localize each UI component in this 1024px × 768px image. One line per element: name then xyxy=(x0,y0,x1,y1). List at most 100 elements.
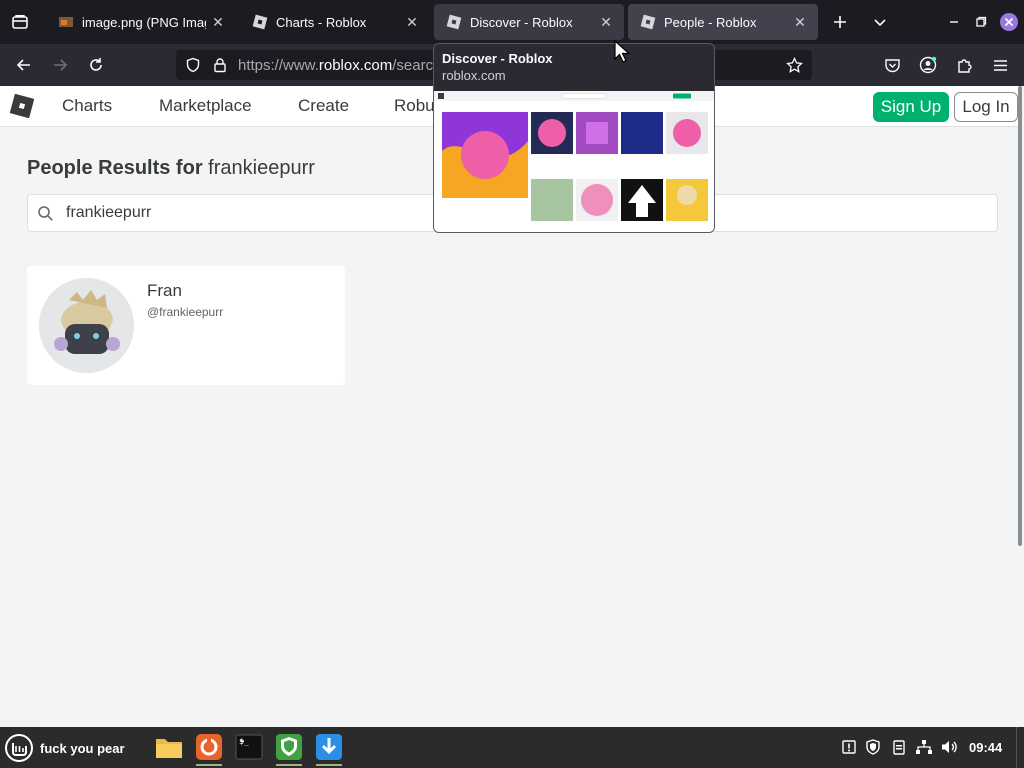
new-tab-button[interactable] xyxy=(826,8,854,36)
notification-icon xyxy=(842,740,856,754)
start-menu-button[interactable]: fuck you pear xyxy=(4,731,125,765)
search-value: frankieepurr xyxy=(66,204,152,221)
user-username: @frankieepurr xyxy=(147,305,224,319)
tab-hover-preview: Discover - Roblox roblox.com xyxy=(433,43,715,233)
network-icon xyxy=(916,740,932,754)
url-prefix: https://www. xyxy=(238,57,319,74)
bookmark-star-icon[interactable] xyxy=(786,57,803,74)
reload-icon xyxy=(90,58,102,71)
avatar-headshot-icon xyxy=(39,278,134,373)
close-tab-icon[interactable]: ✕ xyxy=(206,10,230,34)
page-scrollbar[interactable] xyxy=(1018,86,1022,546)
url-domain: roblox.com xyxy=(318,57,393,74)
user-result-card[interactable]: Fran @frankieepurr xyxy=(27,266,345,385)
clock[interactable]: 09:44 xyxy=(969,740,1002,755)
tray-security-shield[interactable] xyxy=(864,738,882,756)
roblox-favicon-icon xyxy=(252,14,268,30)
search-icon xyxy=(38,206,53,221)
close-tab-icon[interactable]: ✕ xyxy=(788,10,812,34)
tab-title: Discover - Roblox xyxy=(470,14,573,30)
clipboard-icon xyxy=(893,740,905,755)
minimize-window-button[interactable] xyxy=(940,8,968,36)
preview-url: roblox.com xyxy=(442,68,506,83)
taskbar-files[interactable] xyxy=(152,730,186,764)
mouse-cursor-icon xyxy=(614,40,631,63)
nav-robux[interactable]: Robu xyxy=(394,96,435,116)
avatar[interactable] xyxy=(39,278,134,373)
start-menu-label: fuck you pear xyxy=(40,740,125,756)
browser-tab-strip: image.png (PNG Image ✕ Charts - Roblox ✕… xyxy=(0,0,1024,44)
os-taskbar: fuck you pear $_ 09:44 xyxy=(0,727,1024,768)
account-icon xyxy=(919,56,937,74)
log-in-button[interactable]: Log In xyxy=(954,92,1018,122)
url-text[interactable]: https://www.roblox.com/searc xyxy=(238,57,433,74)
svg-text:$_: $_ xyxy=(239,737,249,746)
nav-charts[interactable]: Charts xyxy=(62,96,112,116)
restore-window-button[interactable] xyxy=(967,8,995,36)
chevron-down-icon xyxy=(874,19,886,27)
close-window-button[interactable] xyxy=(995,8,1023,36)
hamburger-menu-icon xyxy=(993,59,1007,71)
url-path: /searc xyxy=(392,57,434,74)
arrow-right-icon xyxy=(54,59,68,71)
taskbar-vpn-shield[interactable] xyxy=(272,730,306,766)
tab-charts-roblox[interactable]: Charts - Roblox ✕ xyxy=(240,4,430,40)
tray-clipboard[interactable] xyxy=(890,738,908,756)
tab-people-roblox[interactable]: People - Roblox ✕ xyxy=(628,4,818,40)
puzzle-piece-icon xyxy=(957,58,972,73)
restore-icon xyxy=(976,16,987,27)
minimize-icon xyxy=(950,21,958,23)
tray-notifications[interactable] xyxy=(840,738,858,756)
tab-title: People - Roblox xyxy=(664,14,757,30)
roblox-favicon-icon xyxy=(446,14,462,30)
tracking-protection-shield-icon[interactable] xyxy=(185,57,201,73)
taskbar-download-manager[interactable] xyxy=(312,730,346,766)
back-button[interactable] xyxy=(10,51,38,79)
preview-title: Discover - Roblox xyxy=(442,51,553,66)
tray-network[interactable] xyxy=(915,738,933,756)
taskbar-terminal[interactable]: $_ xyxy=(232,730,266,764)
download-arrow-icon xyxy=(316,734,342,760)
shield-icon xyxy=(866,739,880,755)
arrow-left-icon xyxy=(16,59,30,71)
extensions-button[interactable] xyxy=(950,51,978,79)
pocket-button[interactable] xyxy=(878,51,906,79)
terminal-icon: $_ xyxy=(235,734,263,760)
shield-app-icon xyxy=(276,734,302,760)
page-title: People Results for frankieepurr xyxy=(27,157,315,180)
tab-image-png[interactable]: image.png (PNG Image ✕ xyxy=(46,4,236,40)
taskbar-firefox[interactable] xyxy=(192,730,226,766)
app-menu-button[interactable] xyxy=(986,51,1014,79)
reload-button[interactable] xyxy=(82,51,110,79)
user-display-name[interactable]: Fran xyxy=(147,281,182,301)
plus-icon xyxy=(834,16,846,28)
tab-title: Charts - Roblox xyxy=(276,14,367,30)
results-label: People Results for xyxy=(27,157,203,179)
close-tab-icon[interactable]: ✕ xyxy=(594,10,618,34)
volume-icon xyxy=(942,741,957,753)
nav-create[interactable]: Create xyxy=(298,96,349,116)
folder-icon xyxy=(156,739,182,758)
tray-volume[interactable] xyxy=(941,738,959,756)
tab-title: image.png (PNG Image xyxy=(82,14,206,30)
preview-thumbnail xyxy=(434,91,714,232)
roblox-favicon-icon xyxy=(640,14,656,30)
forward-button[interactable] xyxy=(46,51,74,79)
nav-marketplace[interactable]: Marketplace xyxy=(159,96,252,116)
pocket-icon xyxy=(884,58,900,72)
account-button[interactable] xyxy=(914,51,942,79)
list-all-tabs-button[interactable] xyxy=(866,8,894,36)
lock-icon[interactable] xyxy=(212,57,228,73)
firefox-icon xyxy=(196,734,222,760)
firefox-view-button[interactable] xyxy=(0,0,40,44)
firefox-view-icon xyxy=(12,15,28,29)
show-desktop-button[interactable] xyxy=(1016,727,1024,768)
sign-up-button[interactable]: Sign Up xyxy=(873,92,949,122)
close-window-icon xyxy=(1000,13,1018,31)
linux-mint-logo-icon xyxy=(5,734,33,762)
roblox-logo-icon[interactable] xyxy=(10,94,34,118)
results-query: frankieepurr xyxy=(208,157,315,179)
image-file-icon xyxy=(59,17,73,27)
close-tab-icon[interactable]: ✕ xyxy=(400,10,424,34)
tab-discover-roblox[interactable]: Discover - Roblox ✕ xyxy=(434,4,624,40)
